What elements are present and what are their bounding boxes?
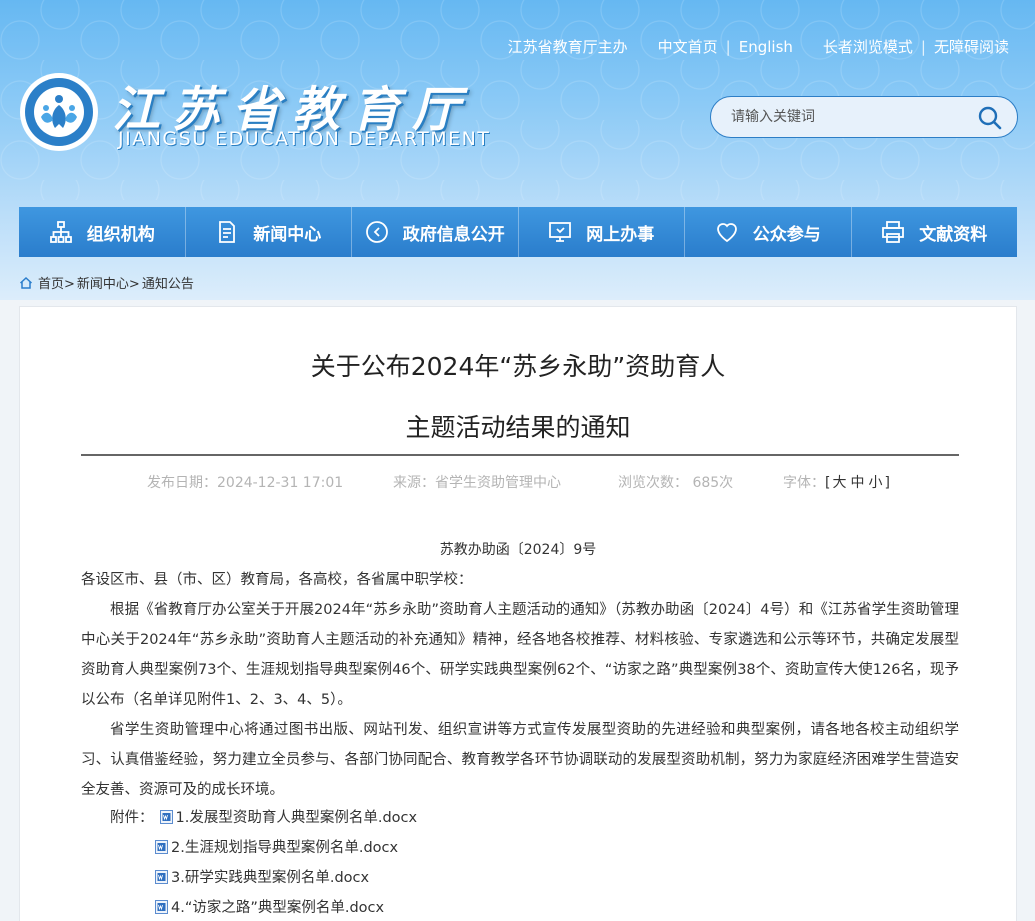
accessibility-link[interactable]: 无障碍阅读 <box>934 36 1009 57</box>
nav-item-online-service[interactable]: 网上办事 <box>519 207 685 257</box>
home-icon <box>19 276 33 289</box>
nav-label: 文献资料 <box>919 224 988 245</box>
nav-label: 新闻中心 <box>253 224 322 245</box>
word-doc-icon <box>159 809 173 824</box>
title-divider <box>81 454 959 456</box>
font-bracket-close: ] <box>884 475 890 491</box>
breadcrumb: 首页> 新闻中心> 通知公告 <box>19 273 196 292</box>
attachment-label: 附件： <box>110 810 154 826</box>
nav-label: 网上办事 <box>586 224 655 245</box>
chinese-home-link[interactable]: 中文首页 <box>658 36 718 57</box>
nav-label: 组织机构 <box>86 224 155 245</box>
paragraph: 省学生资助管理中心将通过图书出版、网站刊发、组织宣讲等方式宣传发展型资助的先进经… <box>81 722 959 798</box>
main-nav: 组织机构 新闻中心 政府信息公开 网上办事 公众参与 文献资料 <box>19 207 1017 257</box>
article-panel: 关于公布2024年“苏乡永助”资助育人 主题活动结果的通知 发布日期：2024-… <box>19 306 1017 921</box>
nav-item-news[interactable]: 新闻中心 <box>186 207 352 257</box>
font-size-label: 字体： <box>783 475 825 491</box>
paragraph: 根据《省教育厅办公室关于开展2024年“苏乡永助”资助育人主题活动的通知》（苏教… <box>81 602 959 708</box>
word-doc-icon <box>155 899 168 914</box>
article-body: 各设区市、县（市、区）教育局，各高校，各省属中职学校： 根据《省教育厅办公室关于… <box>81 565 959 805</box>
breadcrumb-home[interactable]: 首页> <box>38 273 75 292</box>
salutation: 各设区市、县（市、区）教育局，各高校，各省属中职学校： <box>81 572 473 588</box>
font-size-switcher: 字体：[大中小] <box>783 472 890 492</box>
attachment-item: 2.生涯规划指导典型案例名单.docx <box>155 836 398 857</box>
arrow-circle-icon <box>365 221 388 243</box>
font-small-link[interactable]: 小 <box>868 475 882 491</box>
view-count: 浏览次数： 685次 <box>618 475 734 491</box>
elder-mode-link[interactable]: 长者浏览模式 <box>823 36 913 57</box>
monitor-icon <box>549 222 572 242</box>
host-label: 江苏省教育厅主办 <box>507 38 628 56</box>
font-large-link[interactable]: 大 <box>832 475 846 491</box>
jiangsu-education-logo[interactable] <box>19 72 99 152</box>
attachment-link[interactable]: 2.生涯规划指导典型案例名单.docx <box>171 836 398 857</box>
nav-item-public-participation[interactable]: 公众参与 <box>685 207 852 257</box>
search-box <box>710 96 1018 138</box>
attachment-item: 附件： 1.发展型资助育人典型案例名单.docx <box>110 806 417 827</box>
english-link[interactable]: English <box>739 38 793 56</box>
heart-icon <box>716 223 737 243</box>
attachment-item: 4.“访家之路”典型案例名单.docx <box>155 896 384 917</box>
breadcrumb-notices[interactable]: 通知公告 <box>142 273 194 292</box>
article-title-line1: 关于公布2024年“苏乡永助”资助育人 <box>310 352 726 381</box>
nav-item-organization[interactable]: 组织机构 <box>19 207 186 257</box>
article-source: 来源：省学生资助管理中心 <box>393 475 561 491</box>
attachment-link[interactable]: 1.发展型资助育人典型案例名单.docx <box>176 806 418 827</box>
document-number: 苏教办助函〔2024〕9号 <box>439 542 597 558</box>
nav-item-documents[interactable]: 文献资料 <box>852 207 1018 257</box>
search-input[interactable] <box>731 106 971 128</box>
attachment-item: 3.研学实践典型案例名单.docx <box>155 866 369 887</box>
publish-date: 发布日期：2024-12-31 17:01 <box>147 475 344 491</box>
top-links: 江苏省教育厅主办 中文首页 | English 长者浏览模式 | 无障碍阅读 <box>507 36 1009 57</box>
nav-label: 政府信息公开 <box>402 224 505 245</box>
nav-label: 公众参与 <box>752 224 821 245</box>
article-title-line2: 主题活动结果的通知 <box>405 413 631 442</box>
word-doc-icon <box>155 869 168 884</box>
document-icon <box>219 221 236 243</box>
breadcrumb-news[interactable]: 新闻中心> <box>77 273 140 292</box>
search-icon[interactable] <box>977 105 1003 131</box>
font-bracket-open: [ <box>825 475 831 491</box>
org-chart-icon <box>49 221 72 243</box>
nav-item-gov-info[interactable]: 政府信息公开 <box>352 207 519 257</box>
site-subtitle: JIANGSU EDUCATION DEPARTMENT <box>118 128 491 150</box>
attachment-link[interactable]: 3.研学实践典型案例名单.docx <box>171 866 369 887</box>
printer-icon <box>882 221 905 243</box>
word-doc-icon <box>155 839 168 854</box>
attachment-link[interactable]: 4.“访家之路”典型案例名单.docx <box>171 896 384 917</box>
font-medium-link[interactable]: 中 <box>850 475 864 491</box>
